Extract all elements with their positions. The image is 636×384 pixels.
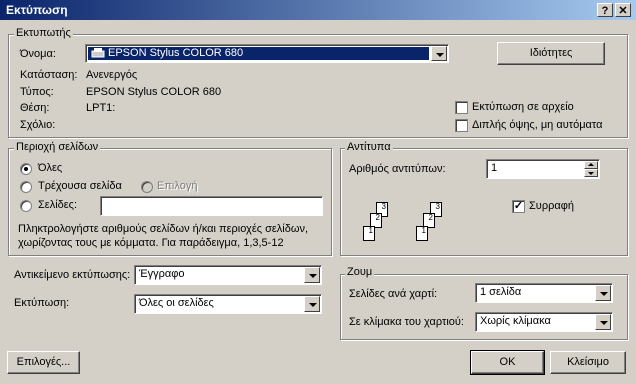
manual-duplex-label[interactable]: Διπλής όψης, μη αυτόματα — [472, 119, 602, 131]
chevron-down-icon[interactable] — [595, 314, 611, 330]
close-button[interactable]: ✕ — [615, 3, 631, 17]
where-value: LPT1: — [86, 102, 116, 114]
chevron-down-icon[interactable] — [431, 46, 447, 61]
help-button[interactable]: ? — [597, 3, 613, 17]
page-icon: 1 — [363, 226, 375, 241]
selection-label: Επιλογή — [157, 180, 198, 192]
printer-name-value: EPSON Stylus COLOR 680 — [108, 47, 244, 59]
page-icon: 1 — [416, 226, 428, 241]
where-label: Θέση: — [20, 102, 50, 114]
status-value: Ανενεργός — [86, 69, 138, 81]
window-title: Εκτύπωση — [6, 3, 68, 17]
print-to-file-label[interactable]: Εκτύπωση σε αρχείο — [472, 101, 574, 113]
page-range-hint: Πληκτρολογήστε αριθμούς σελίδων ή/και πε… — [18, 223, 309, 249]
printer-name-select[interactable]: EPSON Stylus COLOR 680 — [85, 44, 449, 63]
options-button[interactable]: Επιλογές... — [7, 351, 80, 374]
ok-button[interactable]: OK — [470, 350, 545, 375]
comment-label: Σχόλιο: — [20, 119, 56, 131]
printer-legend: Εκτυπωτής — [14, 27, 73, 39]
scale-select[interactable]: Χωρίς κλίμακα — [475, 312, 613, 332]
print-what-label: Αντικείμενο εκτύπωσης: — [14, 269, 131, 281]
spin-down-icon[interactable] — [584, 169, 598, 177]
current-page-radio[interactable] — [20, 181, 32, 193]
print-to-file-checkbox[interactable] — [455, 101, 468, 114]
cancel-button[interactable]: Κλείσιμο — [550, 351, 626, 374]
collate-label[interactable]: Συρραφή — [529, 200, 574, 212]
title-bar — [0, 0, 636, 20]
current-page-label[interactable]: Τρέχουσα σελίδα — [38, 180, 122, 192]
scale-label: Σε κλίμακα του χαρτιού: — [349, 316, 464, 328]
printer-name-label: Όνομα: — [20, 48, 56, 60]
all-pages-label[interactable]: Όλες — [38, 162, 62, 174]
all-pages-radio[interactable] — [20, 163, 32, 175]
page-range-legend: Περιοχή σελίδων — [14, 141, 101, 153]
selection-radio[interactable] — [141, 181, 153, 193]
properties-button[interactable]: Ιδιότητες — [497, 42, 605, 65]
print-what-select[interactable]: Έγγραφο — [134, 265, 322, 285]
pages-input[interactable] — [100, 196, 323, 216]
manual-duplex-checkbox[interactable] — [455, 119, 468, 132]
type-label: Τύπος: — [20, 86, 54, 98]
spin-up-icon[interactable] — [584, 161, 598, 169]
chevron-down-icon[interactable] — [304, 267, 320, 283]
copies-count-label: Αριθμός αντιτύπων: — [349, 163, 446, 175]
pages-per-sheet-label: Σελίδες ανά χαρτί: — [349, 288, 438, 300]
print-select[interactable]: Όλες οι σελίδες — [134, 294, 322, 314]
collate-checkbox[interactable]: ✓ — [512, 200, 525, 213]
pages-radio[interactable] — [20, 200, 32, 212]
pages-per-sheet-select[interactable]: 1 σελίδα — [475, 283, 613, 303]
status-label: Κατάσταση: — [20, 69, 78, 81]
chevron-down-icon[interactable] — [304, 296, 320, 312]
pages-label[interactable]: Σελίδες: — [38, 199, 77, 211]
copies-legend: Αντίτυπα — [345, 141, 393, 153]
zoom-legend: Ζουμ — [345, 266, 375, 278]
chevron-down-icon[interactable] — [595, 285, 611, 301]
printer-icon — [91, 48, 105, 58]
type-value: EPSON Stylus COLOR 680 — [86, 86, 222, 98]
copies-count-spinner[interactable]: 1 — [486, 159, 600, 179]
print-label: Εκτύπωση: — [14, 297, 70, 309]
